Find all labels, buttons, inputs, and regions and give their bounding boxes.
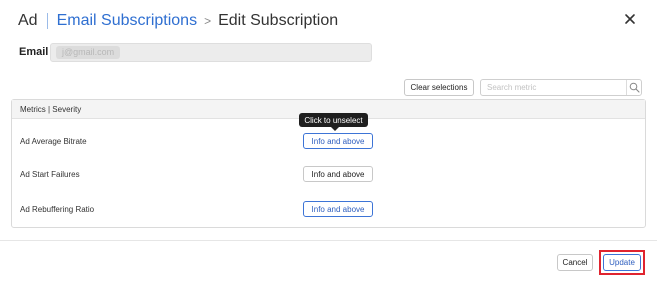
search-metric-input[interactable]	[487, 80, 625, 95]
breadcrumb-separator: >	[204, 14, 212, 28]
footer-divider	[0, 240, 657, 241]
page-header: Ad Email Subscriptions > Edit Subscripti…	[18, 10, 338, 32]
table-header-label: Metrics | Severity	[20, 105, 82, 114]
email-label: Email	[19, 46, 49, 58]
email-field: j@gmail.com	[50, 43, 372, 62]
metric-label-ad-start-failures: Ad Start Failures	[20, 170, 80, 179]
header-divider	[46, 13, 48, 29]
metric-label-ad-rebuffering-ratio: Ad Rebuffering Ratio	[20, 205, 95, 214]
search-icon[interactable]	[629, 82, 640, 93]
close-icon[interactable]	[623, 12, 637, 26]
page-title: Edit Subscription	[218, 12, 339, 29]
update-button[interactable]: Update	[603, 254, 641, 271]
breadcrumb-email-subscriptions-link[interactable]: Email Subscriptions	[57, 12, 198, 30]
severity-button-ad-average-bitrate[interactable]: Info and above	[303, 133, 373, 149]
header-prefix: Ad	[18, 12, 38, 29]
metric-label-ad-average-bitrate: Ad Average Bitrate	[20, 137, 87, 146]
severity-button-ad-rebuffering-ratio[interactable]: Info and above	[303, 201, 373, 217]
search-box	[480, 79, 642, 96]
tooltip: Click to unselect	[299, 113, 368, 127]
severity-button-ad-start-failures[interactable]: Info and above	[303, 166, 373, 182]
email-value-chip: j@gmail.com	[56, 46, 121, 59]
tooltip-arrow	[331, 127, 339, 131]
search-divider	[626, 80, 627, 95]
cancel-button[interactable]: Cancel	[557, 254, 593, 271]
clear-selections-button[interactable]: Clear selections	[404, 79, 474, 96]
